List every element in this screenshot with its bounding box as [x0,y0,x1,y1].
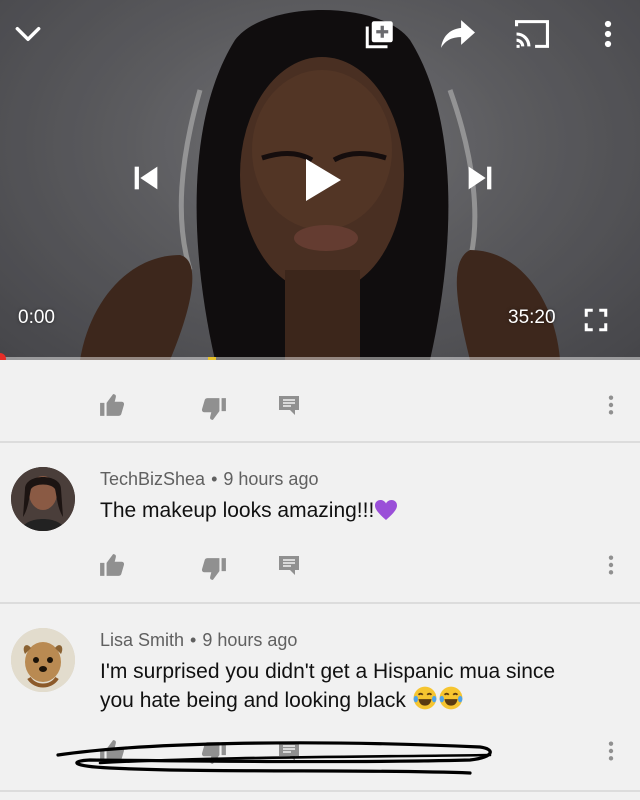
like-button[interactable] [97,737,127,765]
like-button[interactable] [97,391,127,419]
thumbs-down-icon [201,558,226,580]
play-icon [306,159,341,201]
progress-marker [208,357,216,360]
add-to-playlist-button[interactable] [360,14,400,54]
avatar-image [11,628,75,692]
comment-text: The makeup looks amazing!!! [100,498,620,528]
more-options-button[interactable] [590,14,626,54]
thumbs-down-icon [201,742,226,764]
current-time: 0:00 [18,307,55,328]
comment-menu-button[interactable] [600,551,622,579]
comment-actions [0,385,640,425]
reply-comment-icon [279,742,299,761]
comment-text: I'm surprised you didn't get a Hispanic … [100,659,620,718]
divider [0,790,640,792]
reply-comment-icon [279,396,299,415]
tears-of-joy-emoji [412,685,438,718]
video-player[interactable]: 0:00 35:20 [0,0,640,360]
fullscreen-icon [584,308,608,332]
skip-next-icon [468,166,492,190]
thumbs-up-icon [100,740,125,762]
comment-body: The makeup looks amazing!!! [100,499,375,522]
avatar-image [11,467,75,531]
more-vert-icon [608,555,614,575]
next-button[interactable] [458,156,502,200]
tears-of-joy-emoji [438,685,464,718]
comment-item: TechBizShea • 9 hours ago The makeup looks… [0,443,640,603]
fullscreen-button[interactable] [576,300,616,340]
skip-previous-icon [134,166,158,190]
cast-button[interactable] [510,14,554,54]
dislike-button[interactable] [199,555,229,583]
duration: 35:20 [508,307,556,328]
comment-body-line-1: I'm surprised you didn't get a Hispanic … [100,660,556,683]
thumbs-down-icon [201,398,226,420]
more-vert-icon [608,395,614,415]
comment-meta: TechBizShea • 9 hours ago [100,469,318,490]
reply-button[interactable] [274,391,304,419]
more-vert-icon [604,20,612,48]
dislike-button[interactable] [199,739,229,767]
comment-age: 9 hours ago [202,630,298,650]
comment-menu-button[interactable] [600,737,622,765]
comment-actions [0,545,640,585]
like-button[interactable] [97,551,127,579]
more-vert-icon [608,741,614,761]
minimize-button[interactable] [8,14,48,54]
chevron-down-icon [15,26,41,42]
play-button[interactable] [288,148,352,212]
comment-item: Lisa Smith • 9 hours ago I'm surprised you… [0,604,640,794]
share-arrow-icon [441,20,475,48]
comment-age: 9 hours ago [223,469,319,489]
reply-button[interactable] [274,551,304,579]
reply-button[interactable] [274,737,304,765]
thumbs-up-icon [100,394,125,416]
comment-meta: Lisa Smith • 9 hours ago [100,630,297,651]
purple-heart-emoji [374,499,398,528]
comment-author[interactable]: TechBizShea [100,469,205,489]
reply-comment-icon [279,556,299,575]
comment-menu-button[interactable] [600,391,622,419]
thumbs-up-icon [100,554,125,576]
cast-icon [515,20,549,48]
comment-body-line-2: you hate being and looking black [100,689,406,712]
dislike-button[interactable] [199,395,229,423]
progress-track[interactable] [0,357,640,360]
avatar[interactable] [11,467,75,531]
playlist-add-icon [365,21,393,49]
previous-button[interactable] [124,156,168,200]
meta-separator: • [211,469,218,489]
share-button[interactable] [436,14,480,54]
comment-actions [0,731,640,771]
comments-list: TechBizShea • 9 hours ago The makeup looks… [0,361,640,800]
comment-author[interactable]: Lisa Smith [100,630,184,650]
meta-separator: • [190,630,197,650]
avatar[interactable] [11,628,75,692]
